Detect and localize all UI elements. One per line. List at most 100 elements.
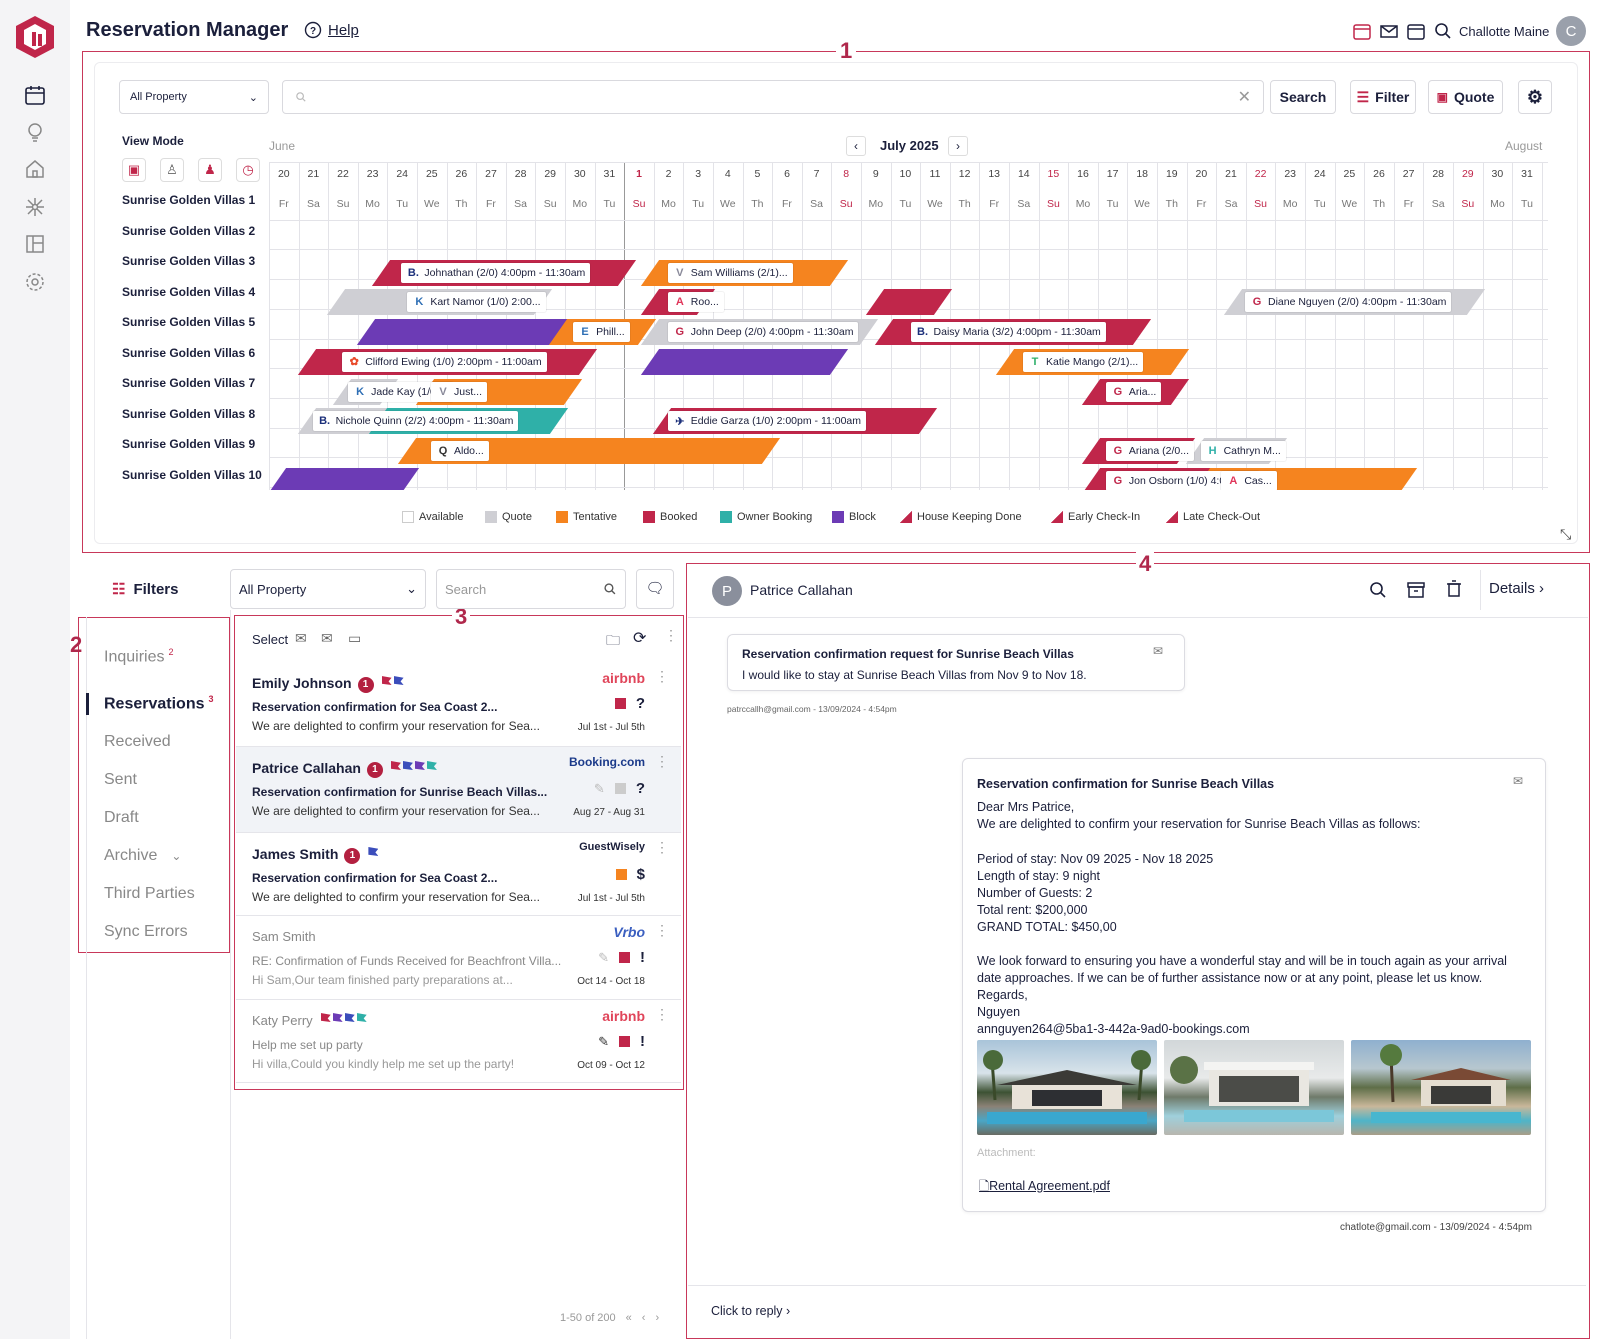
property-label[interactable]: Sunrise Golden Villas 1 xyxy=(122,193,255,207)
booking-chip[interactable]: H Cathryn M... xyxy=(1200,440,1286,461)
expand-icon[interactable]: ⤡ xyxy=(1560,526,1571,543)
booking-chip[interactable]: G Aria... xyxy=(1105,381,1162,402)
message-row[interactable]: Emily Johnson 1 Reservation confirmation f… xyxy=(236,662,681,747)
inbox-search-input[interactable]: Search xyxy=(436,569,626,609)
folder-item[interactable]: Received xyxy=(104,733,171,751)
property-label[interactable]: Sunrise Golden Villas 10 xyxy=(122,468,262,482)
message-row[interactable]: Sam Smith RE: Confirmation of Funds Recei… xyxy=(236,916,681,1000)
more-icon[interactable]: ⋮ xyxy=(655,922,669,939)
view-mode-clock-icon[interactable]: ◷ xyxy=(236,158,260,182)
mark-read-icon[interactable]: ✉ xyxy=(295,630,307,647)
prev-month-button[interactable]: ‹ xyxy=(846,136,866,156)
next-page-icon[interactable]: › xyxy=(655,1312,659,1324)
booking-bar[interactable] xyxy=(356,319,583,346)
reply-button[interactable]: Click to reply › xyxy=(711,1304,790,1318)
more-icon[interactable]: ⋮ xyxy=(664,627,678,644)
property-label[interactable]: Sunrise Golden Villas 4 xyxy=(122,285,255,299)
more-icon[interactable]: ⋮ xyxy=(655,839,669,856)
search-icon[interactable] xyxy=(1368,580,1388,600)
pencil-icon[interactable]: ✎ xyxy=(594,781,605,797)
booking-chip[interactable]: ✈ Eddie Garza (1/0) 2:00pm - 11:00am xyxy=(667,411,867,432)
view-mode-group-icon[interactable]: ♟ xyxy=(198,158,222,182)
folder-item[interactable]: Inquiries 2 xyxy=(104,647,174,666)
avatar[interactable]: C xyxy=(1556,16,1586,46)
calendar-search-input[interactable]: ✕ xyxy=(282,80,1264,114)
inbound-message[interactable] xyxy=(727,634,1185,691)
calendar-icon[interactable] xyxy=(1352,21,1372,41)
property-label[interactable]: Sunrise Golden Villas 6 xyxy=(122,346,255,360)
message-row[interactable]: Patrice Callahan 1 Reservation confirmatio… xyxy=(236,747,681,833)
view-mode-property-icon[interactable]: ▣ xyxy=(122,158,146,182)
help-link[interactable]: Help xyxy=(328,22,359,39)
folder-item[interactable]: Archive ⌄ xyxy=(104,847,181,865)
booking-chip[interactable]: G Diane Nguyen (2/0) 4:00pm - 11:30am xyxy=(1245,292,1452,313)
details-button[interactable]: Details › xyxy=(1489,580,1544,597)
clear-icon[interactable]: ✕ xyxy=(1238,87,1251,107)
folder-item[interactable]: Sent xyxy=(104,771,137,789)
help-icon[interactable]: ? xyxy=(304,21,322,39)
lightbulb-icon[interactable] xyxy=(24,121,46,143)
villa-photo-1[interactable] xyxy=(977,1040,1157,1135)
folder-item[interactable]: Third Parties xyxy=(104,885,195,903)
pencil-icon[interactable]: ✎ xyxy=(598,1034,609,1050)
layout-icon[interactable] xyxy=(24,233,46,255)
home-icon[interactable] xyxy=(24,158,46,180)
calendar-icon[interactable] xyxy=(24,84,46,106)
booking-bar[interactable] xyxy=(865,289,953,316)
search-button[interactable]: Search xyxy=(1270,80,1336,114)
settings-icon[interactable] xyxy=(24,271,46,293)
folder-item[interactable]: Sync Errors xyxy=(104,923,188,941)
chevron-down-icon[interactable]: ⌄ xyxy=(171,849,181,863)
calendar-check-icon[interactable] xyxy=(1406,21,1426,41)
more-icon[interactable]: ⋮ xyxy=(655,753,669,770)
property-label[interactable]: Sunrise Golden Villas 2 xyxy=(122,224,255,238)
booking-bar[interactable] xyxy=(640,348,849,375)
prev-page-icon[interactable]: ‹ xyxy=(642,1312,646,1324)
quote-button[interactable]: ▣ Quote xyxy=(1428,80,1503,114)
villa-photo-2[interactable] xyxy=(1164,1040,1344,1135)
first-page-icon[interactable]: « xyxy=(626,1312,632,1324)
booking-chip[interactable]: G Ariana (2/0... xyxy=(1105,440,1194,461)
new-message-icon[interactable]: 🗨 xyxy=(636,569,674,609)
booking-chip[interactable]: T Katie Mango (2/1)... xyxy=(1023,351,1144,372)
booking-chip[interactable]: B. Johnathan (2/0) 4:00pm - 11:30am xyxy=(401,262,591,283)
property-select[interactable]: All Property ⌄ xyxy=(119,80,269,114)
message-row[interactable]: Katy Perry Help me set up party Hi villa,C… xyxy=(236,1000,681,1083)
attachment-link[interactable]: 🗋Rental Agreement.pdf xyxy=(979,1177,1110,1198)
booking-chip[interactable]: B. Nichole Quinn (2/2) 4:00pm - 11:30am xyxy=(312,411,519,432)
booking-chip[interactable]: Q Aldo... xyxy=(431,440,489,461)
booking-chip[interactable]: ✿ Clifford Ewing (1/0) 2:00pm - 11:00am xyxy=(342,351,547,372)
booking-bar[interactable] xyxy=(269,467,420,490)
app-logo[interactable] xyxy=(14,14,56,60)
booking-chip[interactable]: B. Daisy Maria (3/2) 4:00pm - 11:30am xyxy=(910,322,1106,343)
booking-chip[interactable]: K Kart Namor (1/0) 2:00... xyxy=(407,292,546,313)
property-label[interactable]: Sunrise Golden Villas 8 xyxy=(122,407,255,421)
search-icon[interactable] xyxy=(1433,21,1453,41)
settings-button[interactable]: ⚙ xyxy=(1518,80,1552,114)
trash-icon[interactable] xyxy=(1444,579,1464,599)
message-row[interactable]: James Smith 1 Reservation confirmation for… xyxy=(236,833,681,916)
booking-chip[interactable]: V Sam Williams (2/1)... xyxy=(667,262,793,283)
filter-button[interactable]: ☰ Filter xyxy=(1350,80,1416,114)
mail-icon[interactable] xyxy=(1379,21,1399,41)
folder-item[interactable]: Draft xyxy=(104,809,139,827)
property-label[interactable]: Sunrise Golden Villas 9 xyxy=(122,437,255,451)
move-folder-icon[interactable]: 🗀 xyxy=(606,630,620,654)
booking-chip[interactable]: V Just... xyxy=(431,381,488,402)
property-label[interactable]: Sunrise Golden Villas 3 xyxy=(122,254,255,268)
more-icon[interactable]: ⋮ xyxy=(655,668,669,685)
inbox-property-select[interactable]: All Property ⌄ xyxy=(230,569,426,609)
pencil-icon[interactable]: ✎ xyxy=(598,950,609,966)
folder-item[interactable]: Reservations 3 xyxy=(104,694,214,713)
booking-chip[interactable]: A Roo... xyxy=(667,292,724,313)
network-icon[interactable] xyxy=(24,196,46,218)
view-mode-guest-icon[interactable]: ♙ xyxy=(160,158,184,182)
mark-unread-icon[interactable]: ✉ xyxy=(321,630,333,647)
refresh-icon[interactable]: ⟳ xyxy=(633,628,646,648)
booking-chip[interactable]: E Phill... xyxy=(573,322,630,343)
more-icon[interactable]: ⋮ xyxy=(655,1006,669,1023)
user-name[interactable]: Challotte Maine xyxy=(1459,24,1549,39)
booking-chip[interactable]: A Cas... xyxy=(1221,470,1277,490)
booking-chip[interactable]: G John Deep (2/0) 4:00pm - 11:30am xyxy=(667,322,859,343)
archive-icon[interactable]: ▭ xyxy=(348,630,361,647)
